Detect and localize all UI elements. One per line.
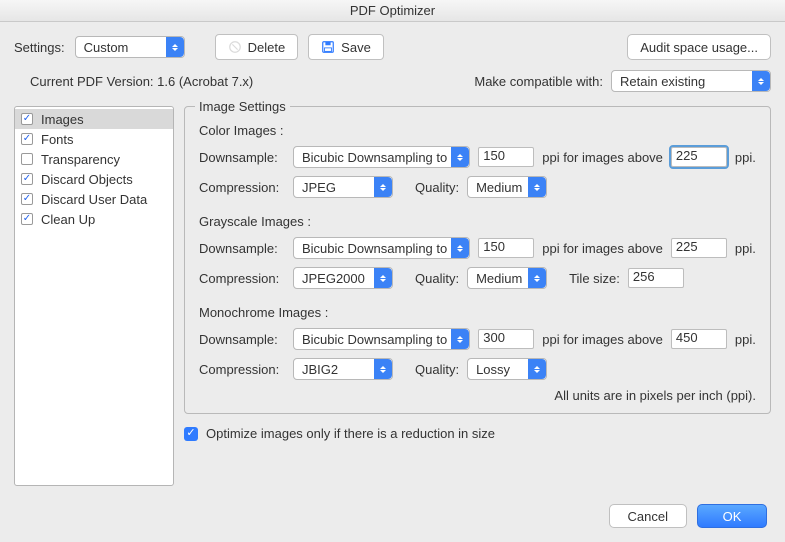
color-ppi-input[interactable]: 150: [478, 147, 534, 167]
compression-label: Compression:: [199, 180, 285, 195]
sidebar-item-transparency[interactable]: Transparency: [15, 149, 173, 169]
gray-above-input[interactable]: 225: [671, 238, 727, 258]
settings-select[interactable]: Custom: [75, 36, 185, 58]
tile-size-label: Tile size:: [569, 271, 620, 286]
sidebar-item-label: Images: [41, 112, 84, 127]
audit-label: Audit space usage...: [640, 40, 758, 55]
chevron-updown-icon: [451, 329, 469, 349]
quality-label: Quality:: [415, 180, 459, 195]
sidebar-item-label: Clean Up: [41, 212, 95, 227]
chevron-updown-icon: [166, 37, 184, 57]
image-settings-group: Image Settings Color Images : Downsample…: [184, 106, 771, 414]
delete-icon: [228, 40, 242, 54]
save-button[interactable]: Save: [308, 34, 384, 60]
mono-quality-select[interactable]: Lossy: [467, 358, 547, 380]
sidebar-checkbox[interactable]: [21, 153, 33, 165]
chevron-updown-icon: [528, 268, 546, 288]
compat-select[interactable]: Retain existing: [611, 70, 771, 92]
gray-ppi-input[interactable]: 150: [478, 238, 534, 258]
sidebar-item-fonts[interactable]: Fonts: [15, 129, 173, 149]
compat-value: Retain existing: [620, 74, 705, 89]
ppi-suffix: ppi.: [735, 150, 756, 165]
compression-label: Compression:: [199, 271, 285, 286]
ok-button[interactable]: OK: [697, 504, 767, 528]
save-icon: [321, 40, 335, 54]
sidebar-checkbox[interactable]: [21, 113, 33, 125]
units-note: All units are in pixels per inch (ppi).: [199, 388, 756, 403]
sidebar-item-discard-objects[interactable]: Discard Objects: [15, 169, 173, 189]
mono-downsample-select[interactable]: Bicubic Downsampling to: [293, 328, 470, 350]
settings-label: Settings:: [14, 40, 65, 55]
sidebar-item-clean-up[interactable]: Clean Up: [15, 209, 173, 229]
current-version-text: Current PDF Version: 1.6 (Acrobat 7.x): [14, 74, 253, 89]
delete-button[interactable]: Delete: [215, 34, 299, 60]
sidebar-item-label: Fonts: [41, 132, 74, 147]
sidebar-item-label: Transparency: [41, 152, 120, 167]
sidebar-checkbox[interactable]: [21, 133, 33, 145]
mono-ppi-input[interactable]: 300: [478, 329, 534, 349]
compat-label: Make compatible with:: [474, 74, 603, 89]
downsample-label: Downsample:: [199, 241, 285, 256]
delete-label: Delete: [248, 40, 286, 55]
audit-button[interactable]: Audit space usage...: [627, 34, 771, 60]
gray-downsample-select[interactable]: Bicubic Downsampling to: [293, 237, 470, 259]
color-above-input[interactable]: 225: [671, 147, 727, 167]
ppi-above-label: ppi for images above: [542, 241, 663, 256]
sidebar-checkbox[interactable]: [21, 173, 33, 185]
mono-above-input[interactable]: 450: [671, 329, 727, 349]
mono-compression-select[interactable]: JBIG2: [293, 358, 393, 380]
sidebar-checkbox[interactable]: [21, 213, 33, 225]
mono-images-title: Monochrome Images :: [199, 305, 756, 320]
color-images-title: Color Images :: [199, 123, 756, 138]
gray-tile-input[interactable]: 256: [628, 268, 684, 288]
optimize-label: Optimize images only if there is a reduc…: [206, 426, 495, 441]
downsample-label: Downsample:: [199, 332, 285, 347]
chevron-updown-icon: [451, 147, 469, 167]
chevron-updown-icon: [752, 71, 770, 91]
downsample-label: Downsample:: [199, 150, 285, 165]
ppi-above-label: ppi for images above: [542, 332, 663, 347]
window-title: PDF Optimizer: [0, 0, 785, 22]
chevron-updown-icon: [528, 359, 546, 379]
ppi-suffix: ppi.: [735, 332, 756, 347]
chevron-updown-icon: [528, 177, 546, 197]
gray-quality-select[interactable]: Medium: [467, 267, 547, 289]
settings-value: Custom: [84, 40, 129, 55]
optimize-checkbox[interactable]: [184, 427, 198, 441]
chevron-updown-icon: [374, 359, 392, 379]
sidebar-item-label: Discard Objects: [41, 172, 133, 187]
category-sidebar: Images Fonts Transparency Discard Objects Di…: [14, 106, 174, 486]
save-label: Save: [341, 40, 371, 55]
color-quality-select[interactable]: Medium: [467, 176, 547, 198]
chevron-updown-icon: [374, 177, 392, 197]
compression-label: Compression:: [199, 362, 285, 377]
sidebar-checkbox[interactable]: [21, 193, 33, 205]
ppi-suffix: ppi.: [735, 241, 756, 256]
cancel-button[interactable]: Cancel: [609, 504, 687, 528]
chevron-updown-icon: [451, 238, 469, 258]
quality-label: Quality:: [415, 271, 459, 286]
sidebar-item-images[interactable]: Images: [15, 109, 173, 129]
chevron-updown-icon: [374, 268, 392, 288]
quality-label: Quality:: [415, 362, 459, 377]
sidebar-item-discard-user-data[interactable]: Discard User Data: [15, 189, 173, 209]
gray-compression-select[interactable]: JPEG2000: [293, 267, 393, 289]
sidebar-item-label: Discard User Data: [41, 192, 147, 207]
image-settings-legend: Image Settings: [195, 99, 290, 114]
ppi-above-label: ppi for images above: [542, 150, 663, 165]
gray-images-title: Grayscale Images :: [199, 214, 756, 229]
color-compression-select[interactable]: JPEG: [293, 176, 393, 198]
color-downsample-select[interactable]: Bicubic Downsampling to: [293, 146, 470, 168]
